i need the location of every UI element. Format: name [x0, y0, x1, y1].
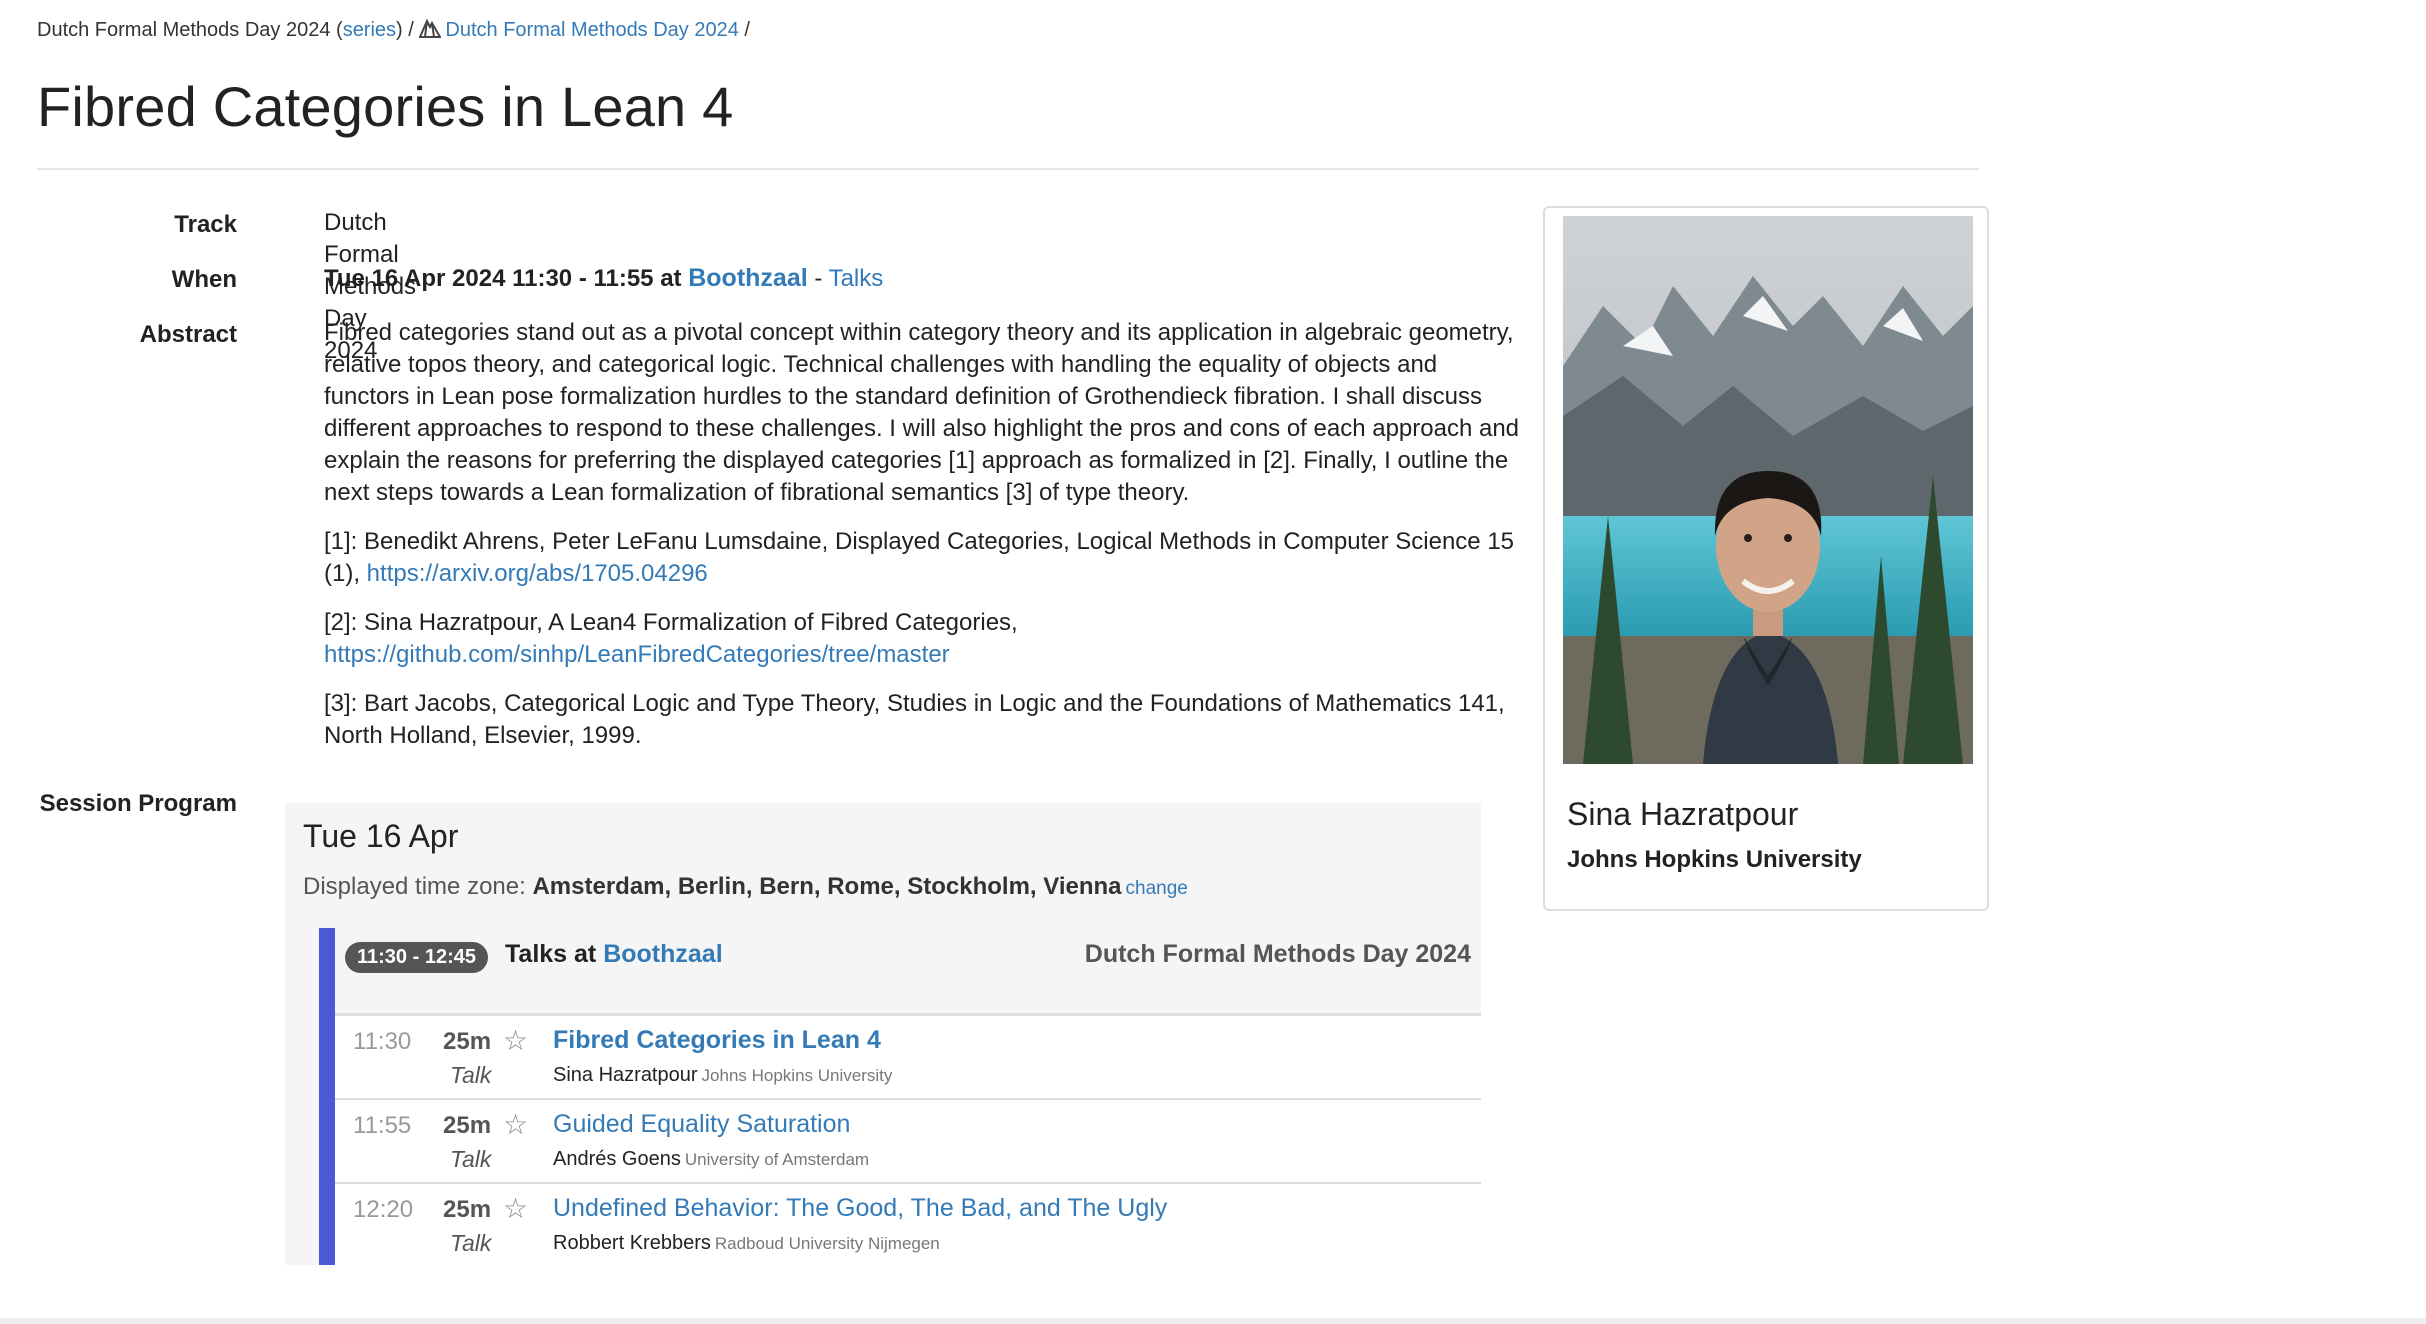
title-divider	[37, 168, 1979, 170]
slot-title: Talks at Boothzaal	[505, 940, 723, 968]
slot-header: 11:30 - 12:45 Talks at Boothzaal Dutch F…	[319, 928, 1481, 1016]
talk-speaker: Robbert Krebbers Radboud University Nijme…	[553, 1232, 940, 1254]
session-program-label: Session Program	[39, 790, 237, 817]
slot-room-link[interactable]: Boothzaal	[603, 940, 722, 968]
talk-start-time: 11:55	[353, 1112, 412, 1139]
mountain-icon	[419, 18, 442, 38]
talk-duration: 25m	[443, 1028, 492, 1055]
room-link[interactable]: Boothzaal	[688, 264, 807, 292]
talk-start-time: 12:20	[353, 1196, 414, 1223]
breadcrumb: Dutch Formal Methods Day 2024 (series) /…	[37, 18, 750, 41]
reference-3: [3]: Bart Jacobs, Categorical Logic and …	[324, 690, 1505, 749]
talk-speaker: Sina Hazratpour Johns Hopkins University	[553, 1064, 893, 1086]
reference-1: [1]: Benedikt Ahrens, Peter LeFanu Lumsd…	[324, 528, 1515, 587]
session-link[interactable]: Talks	[829, 265, 884, 292]
abstract-body: Fibred categories stand out as a pivotal…	[324, 317, 1529, 769]
session-day: Tue 16 Apr	[303, 818, 459, 854]
track-label: Track	[174, 211, 237, 238]
star-icon[interactable]: ☆	[503, 1192, 528, 1225]
session-color-bar	[319, 928, 335, 1016]
talk-title-link[interactable]: Fibred Categories in Lean 4	[553, 1026, 881, 1055]
reference-2-link[interactable]: https://github.com/sinhp/LeanFibredCateg…	[324, 641, 950, 668]
talk-type: Talk	[450, 1146, 492, 1172]
slot-time-badge: 11:30 - 12:45	[345, 942, 488, 973]
session-slot: 11:30 - 12:45 Talks at Boothzaal Dutch F…	[319, 928, 1481, 1265]
slot-track: Dutch Formal Methods Day 2024	[1084, 940, 1471, 968]
reference-2: [2]: Sina Hazratpour, A Lean4 Formalizat…	[324, 609, 1018, 668]
talk-start-time: 11:30	[353, 1028, 412, 1055]
talk-type: Talk	[450, 1230, 492, 1256]
talk-row: 11:55 25m Talk ☆ Guided Equality Saturat…	[319, 1100, 1481, 1184]
abstract-label: Abstract	[139, 321, 237, 348]
series-link[interactable]: series	[343, 19, 396, 41]
speaker-photo[interactable]	[1563, 216, 1973, 764]
talk-speaker: Andrés Goens University of Amsterdam	[553, 1148, 870, 1170]
session-color-bar	[319, 1100, 335, 1184]
time-zone-line: Displayed time zone: Amsterdam, Berlin, …	[303, 873, 1188, 900]
talk-row: 12:20 25m Talk ☆ Undefined Behavior: The…	[319, 1184, 1481, 1268]
star-icon[interactable]: ☆	[503, 1024, 528, 1057]
breadcrumb-event-name: Dutch Formal Methods Day 2024	[37, 19, 331, 41]
when-value: Tue 16 Apr 2024 11:30 - 11:55 at Boothza…	[324, 264, 884, 292]
session-program: Tue 16 Apr Displayed time zone: Amsterda…	[285, 803, 1481, 1265]
speaker-affiliation: Johns Hopkins University	[1567, 846, 1862, 873]
talk-type: Talk	[450, 1062, 492, 1088]
page-title: Fibred Categories in Lean 4	[37, 75, 734, 138]
time-zone-value: Amsterdam, Berlin, Bern, Rome, Stockholm…	[532, 873, 1122, 900]
footer-divider	[0, 1318, 2426, 1324]
event-link[interactable]: Dutch Formal Methods Day 2024	[445, 19, 738, 41]
star-icon[interactable]: ☆	[503, 1108, 528, 1141]
abstract-text: Fibred categories stand out as a pivotal…	[324, 319, 1520, 506]
talk-row: 11:30 25m Talk ☆ Fibred Categories in Le…	[319, 1016, 1481, 1100]
session-color-bar	[319, 1016, 335, 1100]
when-label: When	[171, 266, 237, 293]
when-datetime: Tue 16 Apr 2024 11:30 - 11:55 at	[324, 265, 689, 292]
talk-duration: 25m	[443, 1112, 492, 1139]
session-color-bar	[319, 1184, 335, 1265]
talk-title-link[interactable]: Guided Equality Saturation	[553, 1110, 850, 1139]
speaker-card: Sina Hazratpour Johns Hopkins University	[1543, 206, 1989, 911]
talk-duration: 25m	[443, 1196, 492, 1223]
speaker-name[interactable]: Sina Hazratpour	[1567, 796, 1798, 833]
change-time-zone-link[interactable]: change	[1126, 878, 1188, 899]
talk-title-link[interactable]: Undefined Behavior: The Good, The Bad, a…	[553, 1194, 1167, 1223]
reference-1-link[interactable]: https://arxiv.org/abs/1705.04296	[367, 560, 708, 587]
